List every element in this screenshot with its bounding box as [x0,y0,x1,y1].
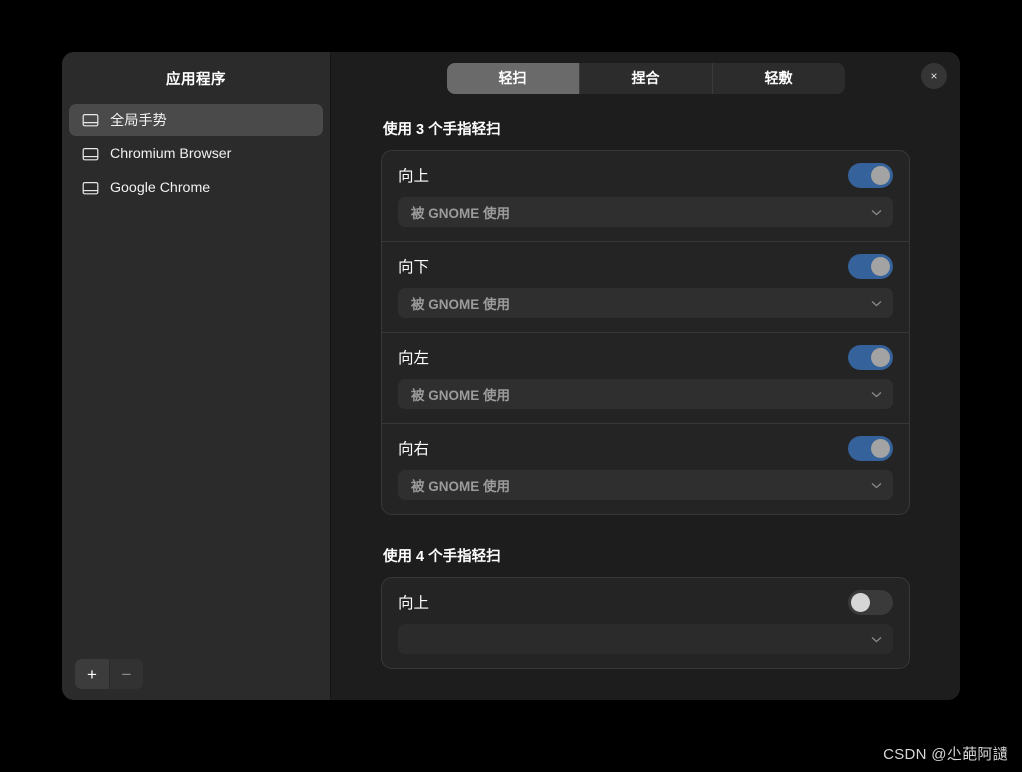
content-area: 轻扫 捏合 轻敷 × 使用 3 个手指轻扫 向上 被 GNOME 使用 向下 被… [331,52,960,700]
four-finger-swipe-card: 向上 [381,577,910,669]
add-application-button[interactable]: + [75,659,109,689]
remove-application-button[interactable]: − [109,659,143,689]
gesture-settings-window: 应用程序 全局手势 Chromium Browser Google Chrome… [62,52,960,700]
gesture-action-value: 被 GNOME 使用 [411,206,511,221]
gesture-action-dropdown[interactable]: 被 GNOME 使用 [398,470,893,500]
gesture-type-tabs: 轻扫 捏合 轻敷 [446,62,845,94]
section-title-four-finger-swipe: 使用 4 个手指轻扫 [383,549,501,565]
tab-pinch[interactable]: 捏合 [580,62,713,94]
sidebar-item-label: 全局手势 [110,113,167,129]
gesture-direction-label: 向上 [398,168,430,185]
gesture-direction-label: 向左 [398,350,430,367]
toggle-knob [851,592,870,612]
gesture-action-value: 被 GNOME 使用 [411,388,511,403]
watermark: CSDN @尐葩阿讉 [883,746,1008,763]
sidebar-header: 应用程序 [62,52,330,104]
chevron-down-icon [871,300,882,306]
gesture-action-dropdown[interactable] [398,624,893,654]
tab-swipe[interactable]: 轻扫 [446,62,580,94]
chevron-down-icon [871,391,882,397]
sidebar-list: 全局手势 Chromium Browser Google Chrome [62,104,330,648]
touchpad-icon [82,180,99,197]
gesture-enable-toggle[interactable] [848,589,893,615]
gesture-row-up: 向上 [382,578,909,668]
gesture-action-dropdown[interactable]: 被 GNOME 使用 [398,197,893,227]
add-remove-button-group: + − [75,659,143,689]
gesture-action-value: 被 GNOME 使用 [411,297,511,312]
gesture-row-right: 向右 被 GNOME 使用 [382,424,909,514]
touchpad-icon [82,112,99,129]
gesture-direction-label: 向下 [398,259,430,276]
toggle-knob [871,256,890,276]
chevron-down-icon [871,636,882,642]
gesture-row-down: 向下 被 GNOME 使用 [382,242,909,333]
gesture-enable-toggle[interactable] [848,344,893,370]
gesture-action-dropdown[interactable]: 被 GNOME 使用 [398,288,893,318]
sidebar-item-global-gestures[interactable]: 全局手势 [69,104,323,136]
gesture-direction-label: 向上 [398,595,430,612]
gesture-direction-label: 向右 [398,441,430,458]
sidebar-item-label: Google Chrome [110,180,211,196]
gesture-enable-toggle[interactable] [848,435,893,461]
gesture-row-up: 向上 被 GNOME 使用 [382,151,909,242]
settings-scroll-area[interactable]: 使用 3 个手指轻扫 向上 被 GNOME 使用 向下 被 GNOME 使用 向… [331,104,960,700]
sidebar-title: 应用程序 [166,71,226,88]
toggle-knob [871,438,890,458]
three-finger-swipe-card: 向上 被 GNOME 使用 向下 被 GNOME 使用 向左 被 GNOME 使… [381,150,910,515]
toggle-knob [871,165,890,185]
section-title-three-finger-swipe: 使用 3 个手指轻扫 [383,122,501,138]
gesture-row-left: 向左 被 GNOME 使用 [382,333,909,424]
chevron-down-icon [871,482,882,488]
touchpad-icon [82,146,99,163]
gesture-action-value: 被 GNOME 使用 [411,479,511,494]
sidebar-item-google-chrome[interactable]: Google Chrome [69,172,323,204]
chevron-down-icon [871,209,882,215]
gesture-enable-toggle[interactable] [848,162,893,188]
sidebar-item-label: Chromium Browser [110,146,232,162]
content-header: 轻扫 捏合 轻敷 × [331,52,960,104]
sidebar: 应用程序 全局手势 Chromium Browser Google Chrome… [62,52,331,700]
tab-tap[interactable]: 轻敷 [713,63,845,94]
screen: 应用程序 全局手势 Chromium Browser Google Chrome… [0,0,1022,772]
sidebar-footer: + − [62,648,330,700]
toggle-knob [871,347,890,367]
gesture-enable-toggle[interactable] [848,253,893,279]
close-icon[interactable]: × [921,63,947,89]
sidebar-item-chromium-browser[interactable]: Chromium Browser [69,138,323,170]
gesture-action-dropdown[interactable]: 被 GNOME 使用 [398,379,893,409]
